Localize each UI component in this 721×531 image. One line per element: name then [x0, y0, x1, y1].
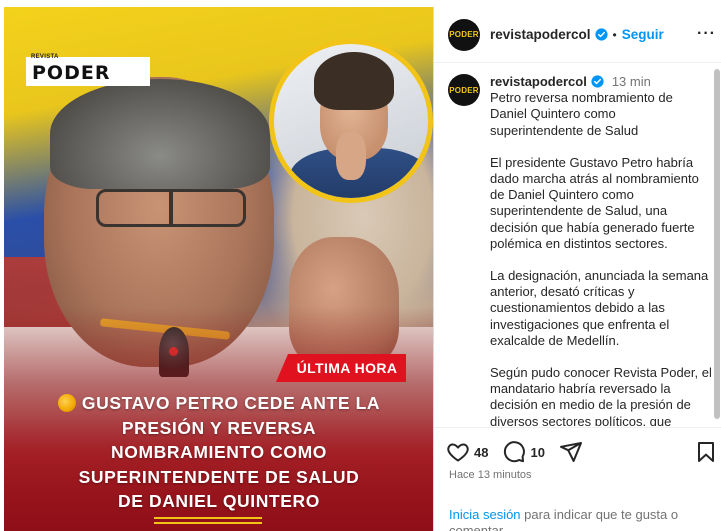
speaker-hair: [50, 79, 270, 189]
bookmark-icon[interactable]: [694, 440, 718, 464]
post-panel: PODER revistapodercol • Seguir ··· PODER…: [433, 7, 721, 531]
speaker-glasses: [96, 189, 246, 227]
caption-paragraph: El presidente Gustavo Petro habría dado …: [490, 154, 699, 251]
username-link[interactable]: revistapodercol: [490, 27, 608, 42]
follow-button[interactable]: Seguir: [622, 27, 664, 42]
caption-username[interactable]: revistapodercol: [490, 74, 587, 89]
brand-logo-text: PODER: [32, 62, 111, 84]
action-bar: 48 10 Hace 13 minutos Inicia sesión para…: [434, 427, 721, 531]
inset-hand: [336, 132, 366, 180]
verified-icon: [591, 75, 604, 88]
breaking-news-badge: ÚLTIMA HORA: [276, 354, 406, 382]
caption-paragraph: La designación, anunciada la semana ante…: [490, 268, 709, 348]
heart-icon[interactable]: [446, 440, 470, 464]
headline: GUSTAVO PETRO CEDE ANTE LA PRESIÓN Y REV…: [24, 391, 414, 514]
caption-body: revistapodercol 13 min Petro reversa nomb…: [490, 74, 712, 426]
headline-line: SUPERINTENDENTE DE SALUD: [78, 466, 360, 487]
caption-title: Petro reversa nombramiento de Daniel Qui…: [490, 90, 673, 138]
inset-portrait: [269, 39, 433, 203]
scrollbar-thumb[interactable]: [714, 69, 720, 419]
post-timestamp: Hace 13 minutos: [449, 469, 532, 481]
share-icon[interactable]: [559, 440, 583, 464]
brand-logo: PODER: [26, 57, 150, 86]
globe-icon: [57, 394, 76, 412]
headline-line: PRESIÓN Y REVERSA: [121, 417, 317, 438]
caption-header: revistapodercol 13 min: [490, 74, 712, 90]
inset-hair: [314, 52, 394, 110]
caption-paragraph: Según pudo conocer Revista Poder, el man…: [490, 365, 712, 426]
likes-count[interactable]: 48: [474, 445, 488, 460]
login-prompt: Inicia sesión para indicar que te gusta …: [449, 507, 689, 531]
comment-icon[interactable]: [502, 440, 526, 464]
headline-line: DE DANIEL QUINTERO: [117, 491, 321, 511]
action-row: 48 10: [446, 440, 583, 464]
verified-icon: [594, 28, 608, 41]
post-header: PODER revistapodercol • Seguir ···: [434, 7, 721, 63]
headline-line: NOMBRAMIENTO COMO: [111, 442, 327, 462]
separator-dot: •: [612, 27, 617, 42]
caption-time: 13 min: [611, 74, 651, 89]
caption-area[interactable]: PODER revistapodercol 13 min Petro revers…: [434, 64, 714, 426]
headline-underline: [154, 517, 262, 524]
instagram-post: PODER REVISTA ÚLTIMA HORA GUSTAVO PETRO …: [0, 0, 721, 531]
comments-count[interactable]: 10: [530, 445, 544, 460]
caption-row: PODER revistapodercol 13 min Petro revers…: [448, 74, 714, 426]
login-link[interactable]: Inicia sesión: [449, 507, 521, 522]
more-horizontal-icon[interactable]: ···: [697, 25, 716, 43]
avatar[interactable]: PODER: [448, 74, 480, 106]
brand-logo-small-text: REVISTA: [31, 54, 59, 60]
post-image[interactable]: PODER REVISTA ÚLTIMA HORA GUSTAVO PETRO …: [4, 7, 433, 531]
headline-line: GUSTAVO PETRO CEDE ANTE LA: [24, 391, 414, 416]
avatar[interactable]: PODER: [448, 18, 480, 51]
